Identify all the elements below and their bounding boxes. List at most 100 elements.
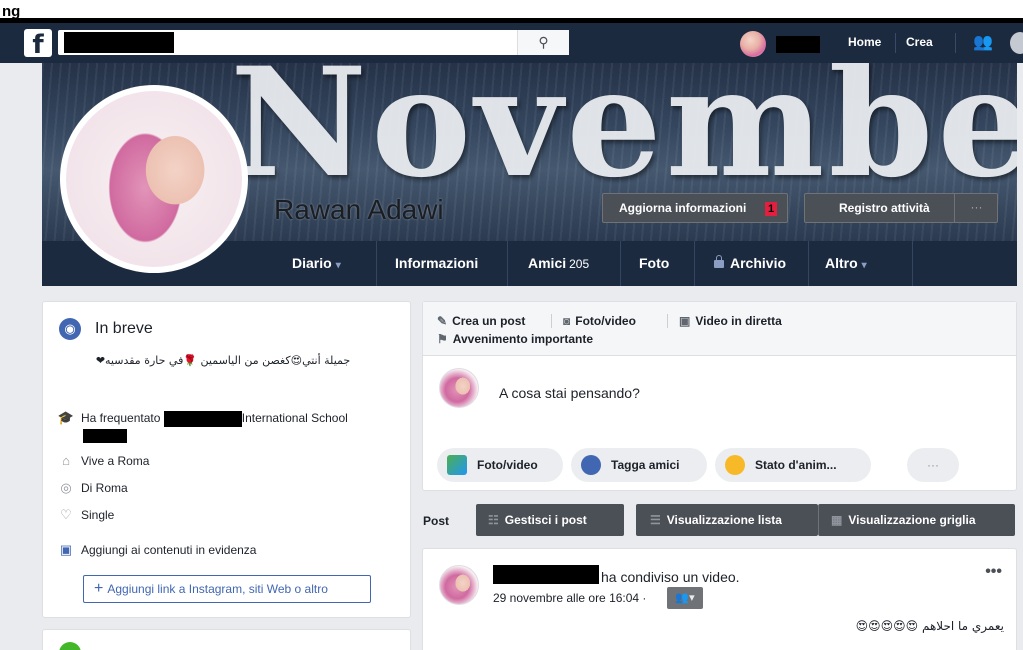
- redacted-search-text: [64, 32, 174, 53]
- from-row: ◎ Di Roma: [57, 480, 128, 496]
- add-featured-text[interactable]: Aggiungi ai contenuti in evidenza: [81, 543, 256, 557]
- messenger-icon[interactable]: [1010, 32, 1023, 54]
- bio-text: جميلة أنتي😍كغصن من الياسمين 🌹في حارة مقد…: [95, 354, 351, 367]
- list-icon: ☰: [650, 513, 661, 527]
- composer-input[interactable]: A cosa stai pensando?: [499, 385, 640, 401]
- add-photo-icon: ▣: [59, 542, 73, 557]
- profile-name[interactable]: Rawan Adawi: [274, 194, 444, 226]
- friends-count: 205: [569, 257, 590, 271]
- add-featured-row[interactable]: ▣ Aggiungi ai contenuti in evidenza: [57, 542, 257, 558]
- home-icon: ⌂: [62, 453, 70, 468]
- education-row-continued: [83, 428, 127, 443]
- education-suffix[interactable]: International School: [242, 411, 348, 425]
- relationship-row: ♡ Single: [57, 507, 114, 523]
- redacted-school-extra: [83, 428, 127, 443]
- grid-view-label: Visualizzazione griglia: [848, 513, 976, 527]
- intro-card: ◉ In breve جميلة أنتي😍كغصن من الياسمين 🌹…: [42, 301, 411, 618]
- location-pin-icon: ◎: [60, 480, 72, 495]
- friends-icon[interactable]: 👥: [973, 32, 993, 52]
- camera-icon: ◙: [563, 314, 571, 328]
- plus-icon: +: [94, 580, 104, 597]
- tab-diario[interactable]: Diario ▾: [292, 241, 341, 286]
- tag-friends-pill[interactable]: Tagga amici: [571, 448, 707, 482]
- top-navbar: f ⚲ Home Crea 👥: [0, 23, 1023, 63]
- home-link[interactable]: Home: [848, 35, 881, 49]
- live-video-label: Video in diretta: [695, 314, 782, 328]
- search-button[interactable]: ⚲: [517, 30, 569, 55]
- tab-divider: [620, 241, 621, 286]
- tab-foto[interactable]: Foto: [639, 241, 669, 286]
- life-event-label: Avvenimento importante: [452, 332, 594, 346]
- list-view-button[interactable]: ☰ Visualizzazione lista: [636, 504, 818, 536]
- notification-badge: 1: [765, 202, 777, 216]
- photo-icon: [447, 455, 467, 475]
- cover-art-text: November: [230, 63, 1017, 211]
- activity-log-label: Registro attività: [839, 201, 930, 215]
- redacted-author-name[interactable]: [493, 565, 599, 584]
- lives-in-row: ⌂ Vive a Roma: [57, 453, 149, 468]
- facebook-logo-icon[interactable]: f: [24, 29, 52, 57]
- post-composer: ✎ Crea un post ◙ Foto/video ▣ Video in dire…: [422, 301, 1017, 491]
- feed-post: ha condiviso un video. 29 novembre alle …: [422, 548, 1017, 650]
- chevron-down-icon: ▾: [861, 260, 867, 271]
- post-menu-button[interactable]: •••: [985, 563, 1002, 581]
- create-link[interactable]: Crea: [906, 35, 933, 49]
- graduation-cap-icon: 🎓: [57, 410, 75, 425]
- feeling-label: Stato d'anim...: [755, 458, 837, 472]
- tab-archivio[interactable]: Archivio: [714, 241, 786, 286]
- feeling-pill[interactable]: Stato d'anim...: [715, 448, 871, 482]
- post-author-avatar[interactable]: [439, 565, 479, 605]
- create-post-tab[interactable]: ✎ Crea un post: [437, 314, 525, 328]
- header-divider: [955, 33, 956, 53]
- lives-in-text[interactable]: Vive a Roma: [81, 454, 149, 468]
- relationship-text: Single: [81, 508, 115, 522]
- photo-video-label: Foto/video: [575, 314, 636, 328]
- live-video-icon: ▣: [679, 314, 691, 328]
- tab-divider: [667, 314, 668, 328]
- flag-icon: ⚑: [437, 332, 448, 346]
- post-timestamp[interactable]: 29 novembre alle ore 16:04 ·: [493, 591, 646, 605]
- intro-title: In breve: [95, 320, 153, 337]
- tab-amici[interactable]: Amici 205: [528, 241, 589, 286]
- tab-label: Archivio: [730, 255, 787, 271]
- photo-video-pill[interactable]: Foto/video: [437, 448, 563, 482]
- photos-icon: [59, 642, 81, 650]
- add-links-label: Aggiungi link a Instagram, siti Web o al…: [107, 582, 328, 596]
- manage-posts-button[interactable]: ☷ Gestisci i post: [476, 504, 624, 536]
- live-video-tab[interactable]: ▣ Video in diretta: [679, 314, 782, 328]
- posts-section-label: Post: [423, 514, 450, 528]
- heart-icon: ♡: [60, 507, 72, 522]
- list-view-label: Visualizzazione lista: [666, 513, 782, 527]
- redacted-school-name[interactable]: [163, 410, 242, 427]
- manage-posts-label: Gestisci i post: [504, 513, 587, 527]
- education-prefix: Ha frequentato: [81, 411, 161, 425]
- life-event-tab[interactable]: ⚑ Avvenimento importante: [437, 332, 593, 346]
- post-action-text: ha condiviso un video.: [601, 569, 740, 585]
- audience-selector[interactable]: 👥▾: [667, 587, 703, 609]
- lock-icon: [714, 255, 724, 268]
- header-divider: [895, 33, 896, 53]
- profile-picture[interactable]: [60, 85, 248, 273]
- cover-more-button[interactable]: ···: [954, 193, 998, 223]
- grid-view-button[interactable]: ▦ Visualizzazione griglia: [818, 504, 1015, 536]
- more-options-button[interactable]: ···: [907, 448, 959, 482]
- from-text[interactable]: Di Roma: [81, 481, 128, 495]
- tab-divider: [808, 241, 809, 286]
- update-info-button[interactable]: Aggiorna informazioni 1: [602, 193, 788, 223]
- tab-divider: [912, 241, 913, 286]
- tab-informazioni[interactable]: Informazioni: [395, 241, 478, 286]
- tab-label: Altro: [825, 255, 858, 271]
- search-icon: ⚲: [538, 34, 549, 50]
- composer-avatar: [439, 368, 479, 408]
- photo-video-tab[interactable]: ◙ Foto/video: [563, 314, 636, 328]
- tab-label: Informazioni: [395, 255, 479, 271]
- header-avatar[interactable]: [740, 31, 766, 57]
- search-input[interactable]: ⚲: [58, 30, 569, 55]
- smiley-icon: [725, 455, 745, 475]
- add-links-button[interactable]: + Aggiungi link a Instagram, siti Web o a…: [83, 575, 371, 603]
- tab-label: Amici: [528, 255, 567, 271]
- grid-icon: ▦: [831, 513, 843, 527]
- redacted-user-name[interactable]: [776, 36, 820, 53]
- tab-altro[interactable]: Altro ▾: [825, 241, 867, 286]
- globe-icon: ◉: [59, 318, 81, 340]
